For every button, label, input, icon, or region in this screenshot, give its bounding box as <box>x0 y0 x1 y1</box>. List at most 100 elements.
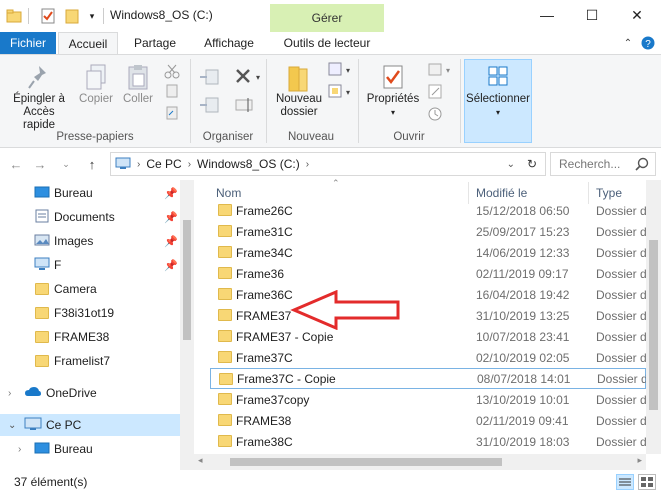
nav-item-f-drive[interactable]: F 📌 <box>0 254 180 276</box>
easy-access-icon[interactable]: ▾ <box>326 83 354 104</box>
nav-item-frame38[interactable]: FRAME38 <box>0 326 180 348</box>
breadcrumb-this-pc[interactable]: Ce PC <box>146 157 181 171</box>
column-divider[interactable] <box>588 182 589 204</box>
open-icon[interactable]: ▾ <box>426 61 454 82</box>
copy-button[interactable]: Copier <box>76 63 116 106</box>
pin-icon[interactable]: 📌 <box>164 259 178 272</box>
pin-quick-access-button[interactable]: Épingler à Accès rapide <box>6 63 72 132</box>
file-list-scrollbar-thumb[interactable] <box>649 240 658 410</box>
scroll-right-icon[interactable]: ▸ <box>637 455 642 466</box>
paste-shortcut-icon[interactable] <box>164 105 180 124</box>
file-list-scrollbar[interactable] <box>646 180 661 454</box>
file-list-hscrollbar-thumb[interactable] <box>230 458 502 466</box>
expand-chevron-icon[interactable]: › <box>8 388 11 399</box>
column-modified[interactable]: Modifié le <box>476 186 527 200</box>
svg-text:▾: ▾ <box>446 66 450 75</box>
back-icon[interactable]: ← <box>6 154 26 174</box>
file-row[interactable]: Frame37C 02/10/2019 02:05 Dossier de fichi… <box>210 347 646 368</box>
help-icon[interactable]: ? <box>640 32 656 54</box>
file-row[interactable]: Frame26C 15/12/2018 06:50 Dossier de fichi… <box>210 204 646 221</box>
tab-share[interactable]: Partage <box>124 32 186 54</box>
edit-icon[interactable] <box>426 83 446 104</box>
nav-item-documents[interactable]: Documents 📌 <box>0 206 180 228</box>
file-row[interactable]: FRAME38 02/11/2019 09:41 Dossier de fichie… <box>210 410 646 431</box>
file-row[interactable]: FRAME37 31/10/2019 13:25 Dossier de fichie… <box>210 305 646 326</box>
nav-item-camera[interactable]: Camera <box>0 278 180 300</box>
file-modified: 16/04/2018 19:42 <box>476 287 570 302</box>
nav-item-framelist7[interactable]: Framelist7 <box>0 350 180 372</box>
refresh-icon[interactable]: ↻ <box>527 157 537 171</box>
file-row[interactable]: Frame36 02/11/2019 09:17 Dossier de fichie… <box>210 263 646 284</box>
explorer-icon[interactable] <box>6 8 22 24</box>
file-row[interactable]: FRAME37 - Copie 10/07/2018 23:41 Dossier d… <box>210 326 646 347</box>
nav-scrollbar-thumb[interactable] <box>183 220 191 340</box>
file-row[interactable]: Frame31C 25/09/2017 15:23 Dossier de fichi… <box>210 221 646 242</box>
collapse-chevron-icon[interactable]: ⌄ <box>8 420 16 431</box>
history-icon[interactable] <box>426 105 446 126</box>
nav-item-onedrive[interactable]: › OneDrive <box>0 382 180 404</box>
nav-scrollbar[interactable] <box>180 180 194 470</box>
properties-button[interactable]: Propriétés ▾ <box>364 63 422 119</box>
pin-icon[interactable]: 📌 <box>164 211 178 224</box>
file-row[interactable]: Frame37copy 13/10/2019 10:01 Dossier de fi… <box>210 389 646 410</box>
nav-item-pictures[interactable]: Images 📌 <box>0 230 180 252</box>
monitor-icon <box>34 257 50 274</box>
tab-home[interactable]: Accueil <box>58 32 118 54</box>
file-row[interactable]: Frame36C 16/04/2018 19:42 Dossier de fichi… <box>210 284 646 305</box>
folder-icon <box>35 307 49 319</box>
group-clipboard-label: Presse-papiers <box>56 131 134 143</box>
forward-icon[interactable]: → <box>30 154 50 174</box>
nav-item-f38i31ot19[interactable]: F38i31ot19 <box>0 302 180 324</box>
tab-file[interactable]: Fichier <box>0 32 56 54</box>
new-folder-button[interactable]: Nouveau dossier <box>272 63 326 119</box>
folder-icon <box>218 414 232 426</box>
minimize-button[interactable]: — <box>527 4 567 26</box>
copy-to-icon[interactable] <box>198 95 224 118</box>
expand-chevron-icon[interactable]: › <box>18 444 21 455</box>
tab-view[interactable]: Affichage <box>194 32 264 54</box>
tab-manage-context[interactable]: Gérer <box>270 4 384 32</box>
file-row[interactable]: Frame37C - Copie 08/07/2018 14:01 Dossier … <box>210 368 646 389</box>
column-name[interactable]: Nom <box>216 186 241 200</box>
nav-item-desktop-pc[interactable]: › Bureau <box>0 438 180 460</box>
nav-item-desktop[interactable]: Bureau 📌 <box>0 182 180 204</box>
close-button[interactable]: ✕ <box>617 4 657 26</box>
column-header: ⌃ Nom Modifié le Type <box>194 178 661 204</box>
up-icon[interactable]: ↑ <box>82 154 102 174</box>
properties-quick-icon[interactable] <box>40 8 56 24</box>
breadcrumb-drive[interactable]: Windows8_OS (C:) <box>197 157 300 171</box>
address-bar[interactable]: › Ce PC › Windows8_OS (C:) › ⌄ ↻ <box>110 152 546 176</box>
column-type[interactable]: Type <box>596 186 622 200</box>
large-icons-view-button[interactable] <box>638 474 656 490</box>
copy-path-icon[interactable] <box>164 83 180 102</box>
rename-icon[interactable] <box>234 95 260 118</box>
pin-icon[interactable]: 📌 <box>164 187 178 200</box>
recent-locations-icon[interactable]: ⌄ <box>56 154 76 174</box>
search-input[interactable]: Recherch... <box>559 157 620 171</box>
scroll-left-icon[interactable]: ◂ <box>198 455 203 466</box>
select-dropdown-icon[interactable]: ▾ <box>496 106 500 119</box>
file-modified: 31/10/2019 18:03 <box>476 434 570 449</box>
select-button[interactable]: Sélectionner ▾ <box>464 63 532 119</box>
file-row[interactable]: Frame34C 14/06/2019 12:33 Dossier de fichi… <box>210 242 646 263</box>
new-folder-quick-icon[interactable] <box>64 8 80 24</box>
address-history-icon[interactable]: ⌄ <box>507 159 515 170</box>
properties-dropdown-icon[interactable]: ▾ <box>391 106 395 119</box>
paste-button[interactable]: Coller <box>118 63 158 106</box>
move-to-icon[interactable] <box>198 67 224 90</box>
new-item-icon[interactable]: ▾ <box>326 61 354 82</box>
cut-icon[interactable] <box>164 63 180 82</box>
customize-quick-access-icon[interactable]: ▾ <box>86 8 98 24</box>
column-divider[interactable] <box>468 182 469 204</box>
file-list-hscrollbar[interactable]: ◂ ▸ <box>194 454 646 470</box>
tab-drive-tools[interactable]: Outils de lecteur <box>270 32 384 54</box>
maximize-button[interactable]: ☐ <box>572 4 612 26</box>
pin-icon[interactable]: 📌 <box>164 235 178 248</box>
file-row[interactable]: Frame38C 31/10/2019 18:03 Dossier de fichi… <box>210 431 646 452</box>
nav-item-this-pc[interactable]: ⌄ Ce PC <box>0 414 180 436</box>
file-modified: 25/09/2017 15:23 <box>476 224 570 239</box>
collapse-ribbon-icon[interactable]: ⌃ <box>620 32 636 54</box>
details-view-button[interactable] <box>616 474 634 490</box>
delete-icon[interactable]: ▾ <box>234 67 260 90</box>
search-box[interactable]: Recherch... <box>550 152 656 176</box>
